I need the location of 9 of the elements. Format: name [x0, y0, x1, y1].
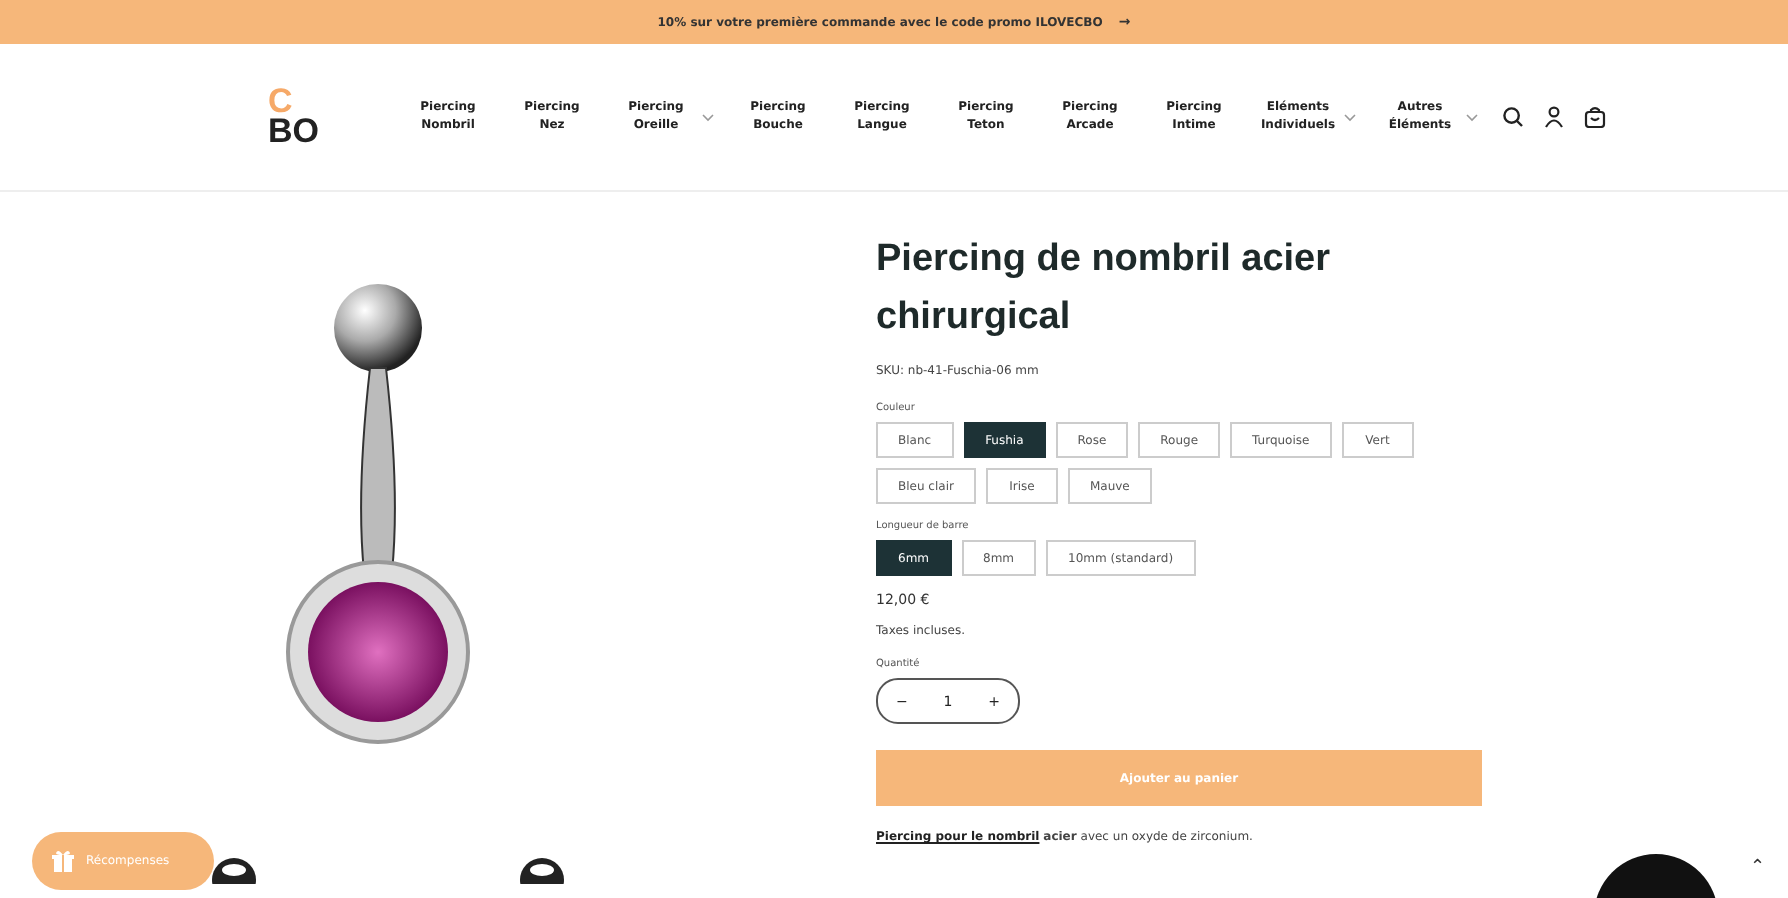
account-icon[interactable] — [1544, 106, 1564, 128]
store-logo[interactable]: C BO — [268, 88, 344, 146]
chevron-down-icon — [1466, 113, 1478, 121]
search-icon[interactable] — [1502, 106, 1524, 128]
gift-icon — [52, 850, 74, 872]
chevron-down-icon — [1344, 113, 1356, 121]
cart-icon[interactable] — [1584, 106, 1606, 128]
chevron-down-icon — [702, 113, 714, 121]
product-title: Piercing de nombril acier chirurgical — [876, 236, 1333, 341]
